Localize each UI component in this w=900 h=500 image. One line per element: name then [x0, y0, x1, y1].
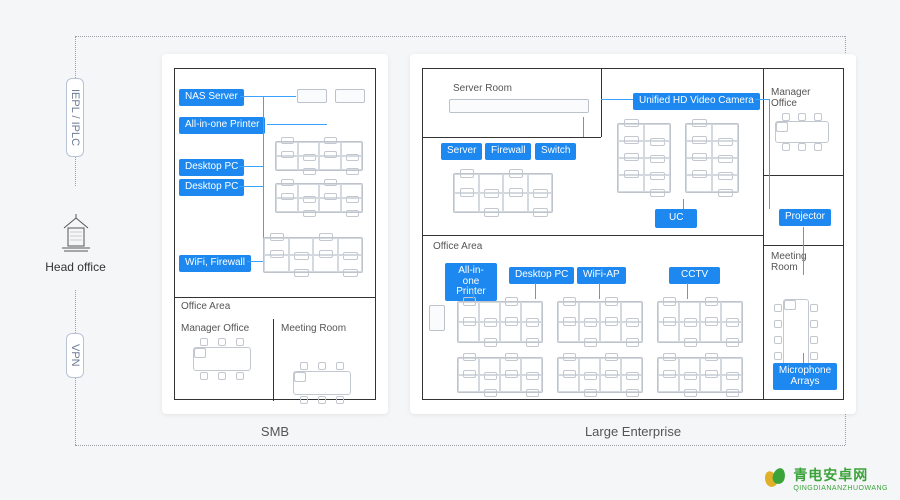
label-switch: Switch — [535, 143, 576, 160]
label-meeting-room: Meeting Room — [281, 323, 346, 334]
desk-cluster — [617, 123, 671, 193]
label-mic: Microphone Arrays — [773, 363, 837, 390]
connection-label-iepl: IEPL / IPLC — [66, 78, 84, 157]
connector — [239, 186, 263, 187]
connector — [599, 283, 600, 299]
desk-cluster — [263, 237, 363, 273]
building-icon — [60, 214, 92, 254]
connector — [803, 353, 804, 363]
table — [193, 347, 251, 371]
wall — [423, 137, 601, 138]
label-desktop-1: Desktop PC — [179, 159, 244, 176]
connector — [267, 124, 327, 125]
desk-cluster — [657, 301, 743, 343]
wall — [273, 319, 274, 401]
label-server: Server — [441, 143, 482, 160]
caption-smb: SMB — [162, 424, 388, 439]
wall — [423, 235, 763, 236]
head-office: Head office — [38, 214, 113, 274]
desk-cluster — [685, 123, 739, 193]
connector — [683, 199, 684, 209]
connector — [239, 166, 263, 167]
connector — [247, 261, 263, 262]
connector — [583, 117, 584, 137]
connector — [769, 99, 770, 209]
wall — [601, 69, 602, 137]
connection-label-vpn: VPN — [66, 333, 84, 378]
wall — [763, 175, 843, 176]
leaf-icon — [765, 468, 787, 490]
desk-cluster — [557, 301, 643, 343]
label-firewall: Firewall — [485, 143, 531, 160]
head-office-label: Head office — [38, 260, 113, 274]
watermark: 青电安卓网 QINGDIANANZHUOWANG — [765, 465, 888, 492]
label-printer: All-in-one Printer — [179, 117, 265, 134]
desk-cluster — [457, 301, 543, 343]
label-cctv: CCTV — [669, 267, 720, 284]
wall — [175, 297, 375, 298]
label-office-area: Office Area — [433, 241, 482, 252]
label-desktop: Desktop PC — [509, 267, 574, 284]
table — [783, 299, 809, 373]
label-server-room: Server Room — [453, 83, 512, 94]
connector — [687, 283, 688, 299]
desk-cluster — [453, 173, 553, 213]
card-smb: NAS Server All-in-one Printer Desktop PC… — [162, 54, 388, 414]
label-nas: NAS Server — [179, 89, 244, 106]
desk-cluster — [275, 183, 363, 213]
floorplan-smb: NAS Server All-in-one Printer Desktop PC… — [174, 68, 376, 400]
watermark-cn: 青电安卓网 — [793, 465, 888, 485]
card-enterprise: Server Room Server Firewall Switch Unifi… — [410, 54, 856, 414]
label-camera: Unified HD Video Camera — [633, 93, 760, 110]
wall — [763, 69, 764, 399]
connector — [601, 99, 633, 100]
label-desktop-2: Desktop PC — [179, 179, 244, 196]
label-manager-office: Manager Office — [181, 323, 249, 334]
connector — [473, 289, 474, 299]
device-rack — [449, 99, 589, 113]
diagram-stage: IEPL / IPLC VPN Head office NAS Server A… — [0, 0, 900, 500]
connector — [240, 96, 296, 97]
device-router — [335, 89, 365, 103]
label-manager-office: Manager Office — [771, 87, 810, 109]
desk-cluster — [457, 357, 543, 393]
label-projector: Projector — [779, 209, 831, 226]
desk-cluster — [657, 357, 743, 393]
connector — [803, 227, 804, 275]
label-office-area: Office Area — [181, 301, 230, 312]
dotted-line — [75, 36, 845, 37]
floorplan-enterprise: Server Room Server Firewall Switch Unifi… — [422, 68, 844, 400]
desk-cluster — [557, 357, 643, 393]
label-wifi-ap: WiFi-AP — [577, 267, 626, 284]
label-wifi: WiFi, Firewall — [179, 255, 251, 272]
table — [775, 121, 829, 143]
desk-cluster — [275, 141, 363, 171]
connector — [755, 99, 769, 100]
device-printer — [429, 305, 445, 331]
table — [293, 371, 351, 395]
connector — [535, 283, 536, 299]
label-meeting-room: Meeting Room — [771, 251, 807, 273]
label-printer: All-in-one Printer — [445, 263, 497, 301]
watermark-en: QINGDIANANZHUOWANG — [793, 485, 888, 492]
dotted-line — [75, 445, 845, 446]
label-uc: UC — [655, 209, 697, 228]
device-nas — [297, 89, 327, 103]
caption-enterprise: Large Enterprise — [410, 424, 856, 439]
